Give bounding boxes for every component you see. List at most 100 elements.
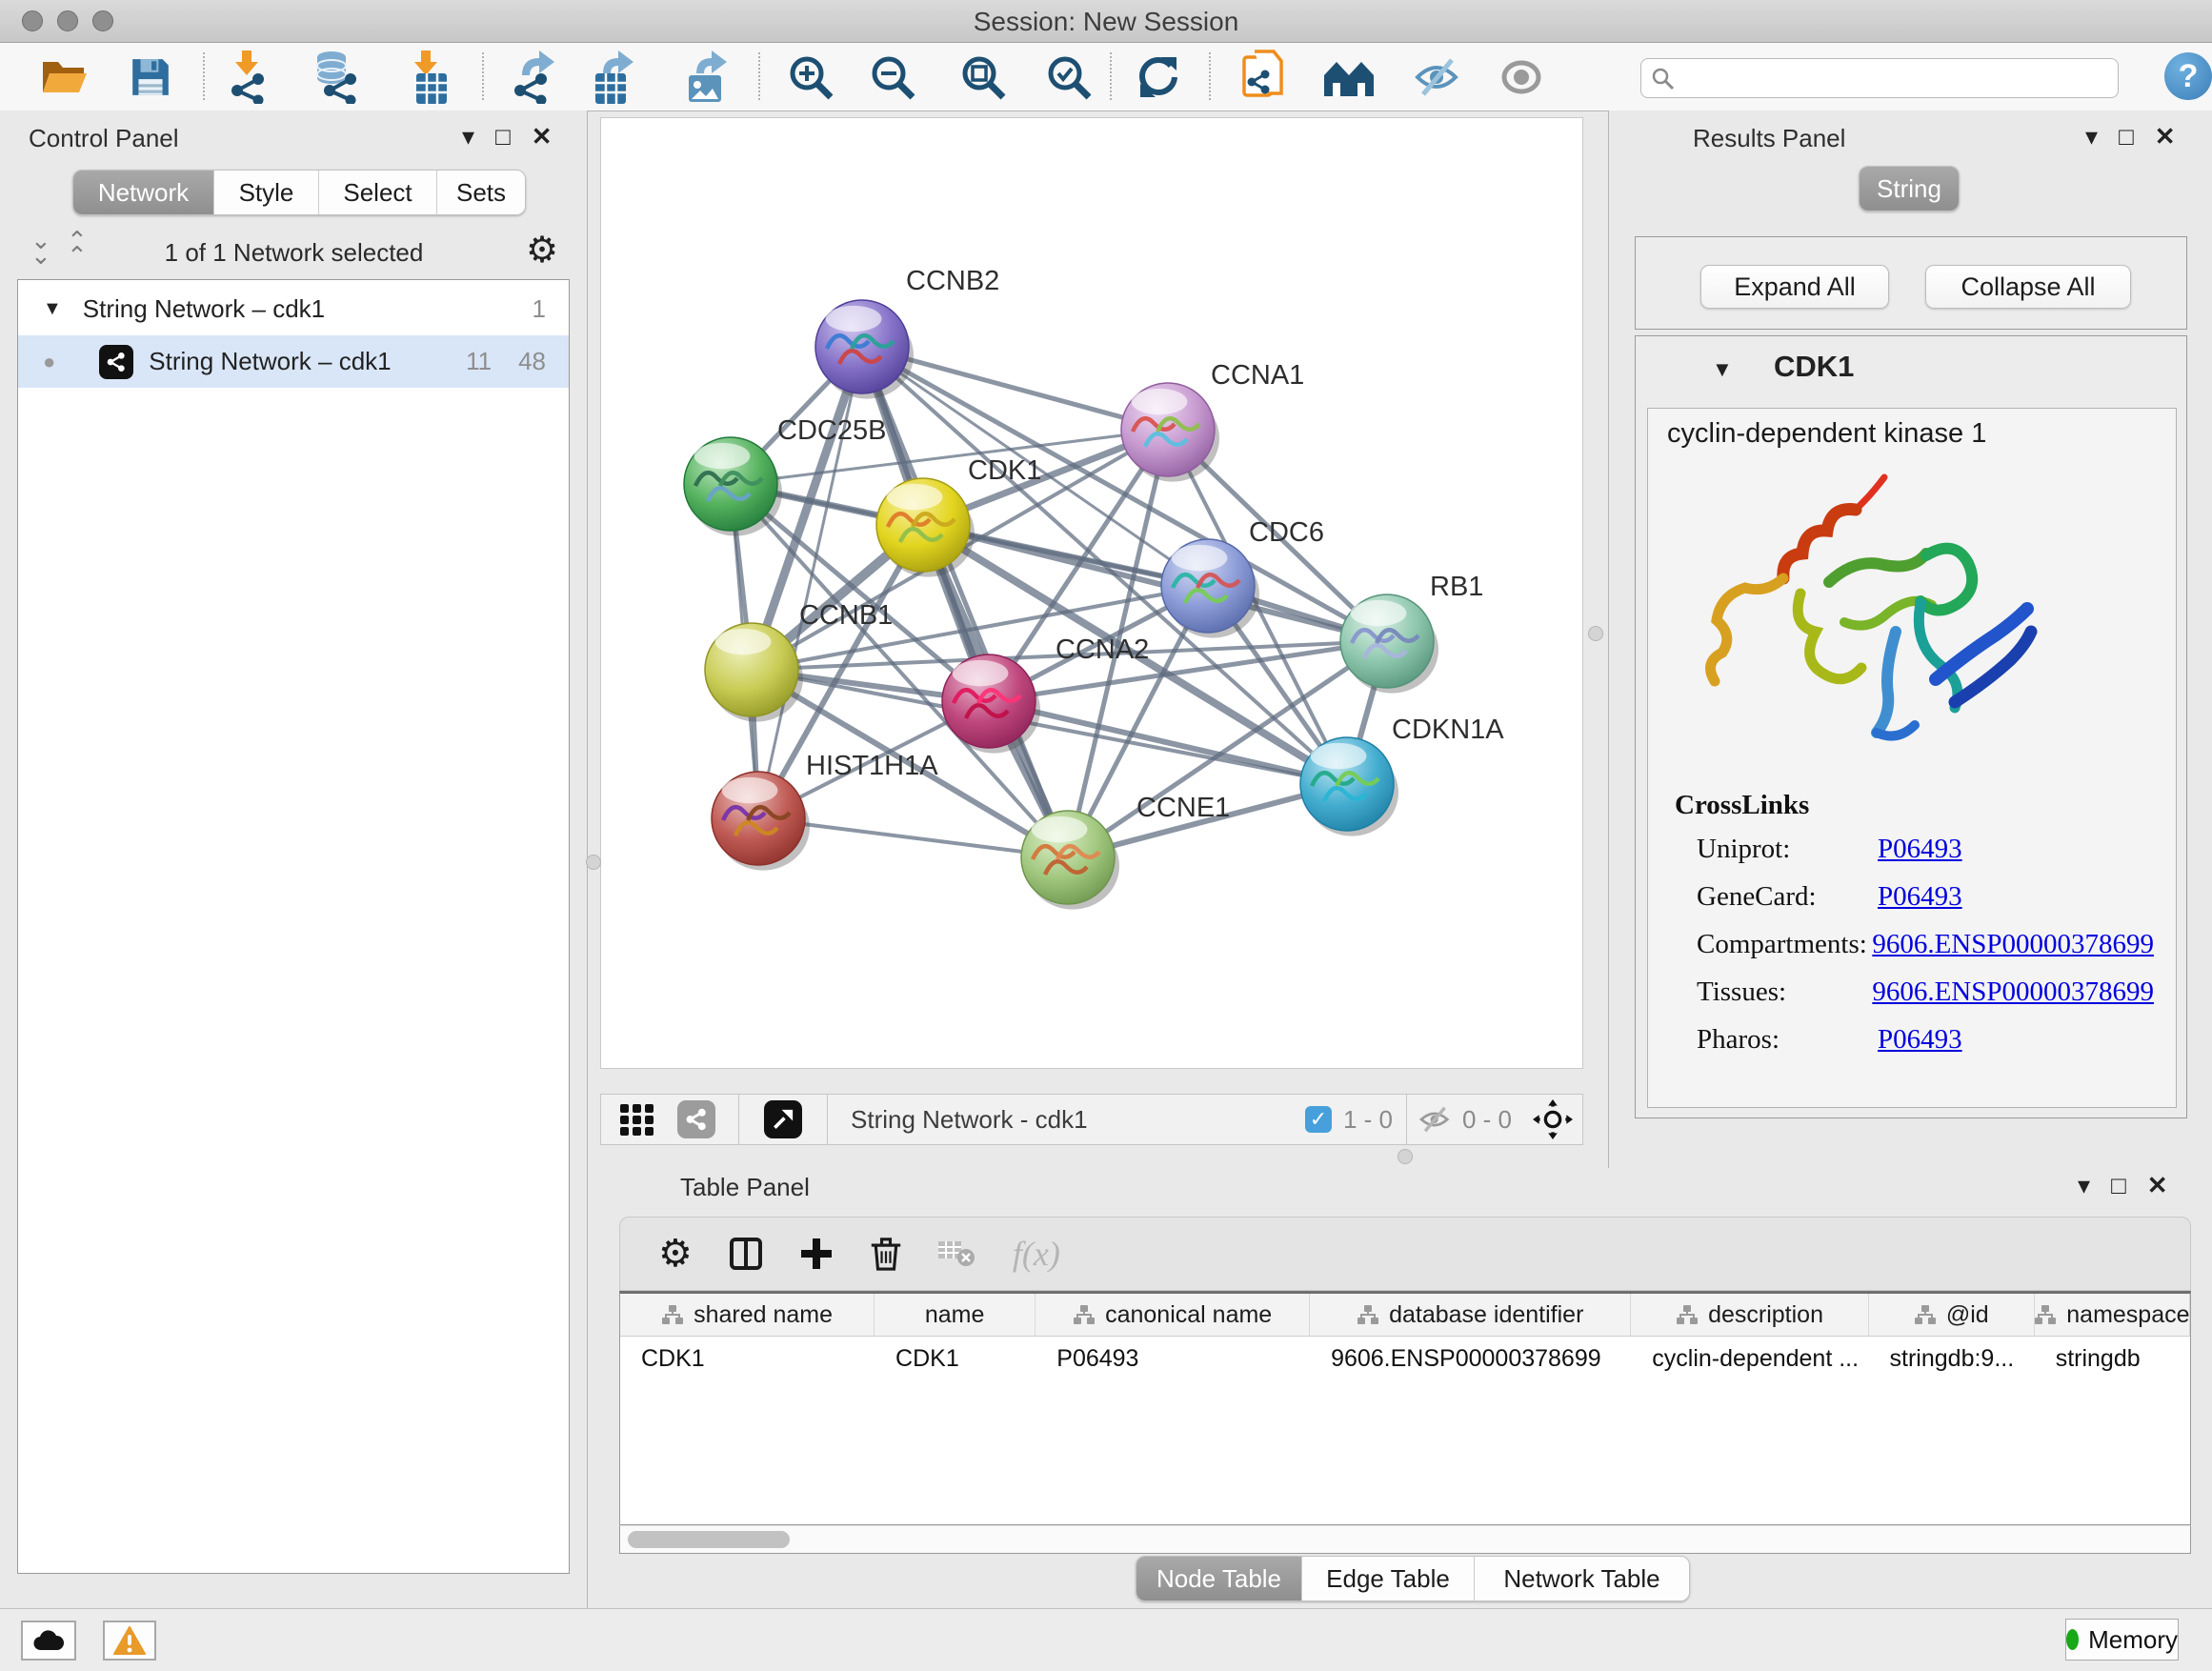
delete-column-icon[interactable]	[870, 1235, 902, 1273]
table-gear-icon[interactable]: ⚙	[658, 1235, 693, 1273]
zoom-in-button[interactable]	[784, 50, 837, 104]
tab-node-table[interactable]: Node Table	[1136, 1557, 1302, 1601]
panel-dropdown-icon[interactable]: ▾	[2085, 122, 2098, 151]
detach-view-button[interactable]	[764, 1100, 802, 1138]
external-link-icon	[771, 1107, 795, 1132]
string-home-button[interactable]	[1322, 50, 1376, 104]
svg-text:HIST1H1A: HIST1H1A	[806, 751, 938, 781]
crosslink-link[interactable]: 9606.ENSP00000378699	[1872, 929, 2154, 960]
crosslink-link[interactable]: 9606.ENSP00000378699	[1872, 976, 2154, 1008]
tab-style[interactable]: Style	[214, 171, 319, 214]
import-network-from-database-button[interactable]	[311, 50, 364, 104]
toolbar-search	[1640, 58, 2119, 98]
tab-string[interactable]: String	[1860, 167, 1959, 211]
network-view-toolbar: String Network - cdk1 ✓ 1 - 0 0 - 0	[600, 1094, 1583, 1145]
column-header-namespace[interactable]: namespace	[2035, 1294, 2190, 1336]
column-header-name[interactable]: name	[875, 1294, 1036, 1336]
toolbar-separator	[758, 52, 760, 100]
export-image-button[interactable]	[680, 50, 734, 104]
svg-text:CCNB1: CCNB1	[799, 600, 893, 631]
right-splitter-handle[interactable]	[1588, 626, 1603, 641]
column-header-sharedname[interactable]: shared name	[620, 1294, 875, 1336]
tab-edge-table[interactable]: Edge Table	[1302, 1557, 1475, 1601]
graph-node-CDC25B: CDC25B	[684, 415, 886, 536]
import-table-button[interactable]	[404, 50, 457, 104]
warning-icon	[113, 1626, 146, 1655]
table-toolbar: ⚙ f(x)	[619, 1217, 2191, 1291]
network-graph[interactable]: CCNB2CCNA1CDC25BCDK1CDC6RB1CCNB1CCNA2CDK…	[601, 118, 1582, 1068]
crosslinks-list: Uniprot:P06493GeneCard:P06493Compartment…	[1697, 834, 2154, 1072]
save-session-button[interactable]	[124, 50, 177, 104]
export-table-button[interactable]	[587, 50, 640, 104]
node-count: 11	[466, 347, 492, 376]
tab-network[interactable]: Network	[73, 171, 214, 214]
hide-glass-button[interactable]	[1412, 50, 1465, 104]
crosslink-label: Uniprot:	[1697, 834, 1878, 865]
panel-dropdown-icon[interactable]: ▾	[2078, 1171, 2090, 1200]
network-canvas[interactable]: CCNB2CCNA1CDC25BCDK1CDC6RB1CCNB1CCNA2CDK…	[600, 117, 1583, 1069]
separator	[738, 1095, 739, 1144]
panel-float-icon[interactable]: □	[2119, 122, 2134, 151]
table-panel: Table Panel ▾ □ ✕ ⚙ f(x) shared namename…	[588, 1168, 2212, 1608]
expand-all-button[interactable]: Expand All	[1700, 265, 1889, 309]
scrollbar-thumb[interactable]	[628, 1531, 790, 1548]
panel-close-icon[interactable]: ✕	[2147, 1171, 2168, 1200]
add-column-icon[interactable]	[799, 1237, 834, 1271]
search-input[interactable]	[1683, 61, 2106, 93]
crosslink-link[interactable]: P06493	[1878, 1024, 1962, 1056]
help-button[interactable]: ?	[2164, 52, 2212, 100]
horizontal-scrollbar[interactable]	[619, 1525, 2191, 1554]
svg-text:RB1: RB1	[1430, 572, 1483, 602]
panel-dropdown-icon[interactable]: ▾	[462, 122, 474, 151]
zoom-fit-button[interactable]	[956, 50, 1010, 104]
gear-icon[interactable]: ⚙	[526, 229, 558, 272]
zoom-selected-button[interactable]	[1042, 50, 1096, 104]
houses-icon	[1322, 56, 1376, 98]
cloud-status-button[interactable]	[21, 1621, 76, 1661]
share-icon	[684, 1107, 709, 1132]
section-expander-icon[interactable]: ▼	[1712, 357, 1733, 382]
left-splitter-handle[interactable]	[586, 855, 601, 870]
apply-layout-button[interactable]	[1132, 50, 1185, 104]
protein-description: cyclin-dependent kinase 1	[1667, 418, 1986, 450]
table-row[interactable]: CDK1CDK1P064939606.ENSP00000378699cyclin…	[620, 1337, 2190, 1380]
panel-close-icon[interactable]: ✕	[532, 122, 553, 151]
columns-icon[interactable]	[729, 1237, 763, 1271]
column-header-databaseidentifier[interactable]: database identifier	[1310, 1294, 1631, 1336]
zoom-in-icon	[787, 53, 835, 101]
network-view-toggle-button[interactable]	[677, 1100, 715, 1138]
import-table-icon	[409, 50, 452, 104]
node-table: shared namenamecanonical namedatabase id…	[619, 1291, 2191, 1525]
tab-select[interactable]: Select	[319, 171, 437, 214]
network-row-selected[interactable]: ● String Network – cdk1 11 48	[18, 335, 569, 388]
panel-float-icon[interactable]: □	[495, 122, 511, 151]
grid-view-button[interactable]	[618, 1100, 656, 1138]
network-label: String Network – cdk1	[149, 347, 391, 376]
open-session-button[interactable]	[38, 50, 91, 104]
import-network-button[interactable]	[225, 50, 278, 104]
memory-button[interactable]: Memory	[2065, 1619, 2179, 1661]
zoom-out-button[interactable]	[866, 50, 919, 104]
birdseye-toggle-button[interactable]	[1533, 1099, 1573, 1139]
zoom-out-icon	[869, 53, 916, 101]
panel-float-icon[interactable]: □	[2111, 1171, 2126, 1200]
table-header-row: shared namenamecanonical namedatabase id…	[620, 1294, 2190, 1337]
panel-close-icon[interactable]: ✕	[2155, 122, 2176, 151]
crosslink-link[interactable]: P06493	[1878, 881, 1962, 913]
tab-network-table[interactable]: Network Table	[1475, 1557, 1689, 1601]
collapse-all-button[interactable]: Collapse All	[1925, 265, 2131, 309]
column-header-description[interactable]: description	[1631, 1294, 1868, 1336]
tree-expander-icon[interactable]: ▼	[43, 298, 62, 320]
column-header-id[interactable]: @id	[1869, 1294, 2035, 1336]
column-header-canonicalname[interactable]: canonical name	[1036, 1294, 1310, 1336]
import-string-network-button[interactable]	[1239, 50, 1293, 104]
horizontal-splitter-handle[interactable]	[1398, 1149, 1413, 1164]
network-collection-row[interactable]: ▼ String Network – cdk1 1	[18, 283, 569, 335]
warnings-button[interactable]	[103, 1621, 156, 1661]
export-network-button[interactable]	[508, 50, 561, 104]
svg-text:CDKN1A: CDKN1A	[1392, 715, 1504, 745]
tab-sets[interactable]: Sets	[437, 171, 525, 214]
show-glass-button[interactable]	[1495, 50, 1548, 104]
selected-nodes-checkbox[interactable]: ✓	[1305, 1106, 1332, 1133]
crosslink-link[interactable]: P06493	[1878, 834, 1962, 865]
